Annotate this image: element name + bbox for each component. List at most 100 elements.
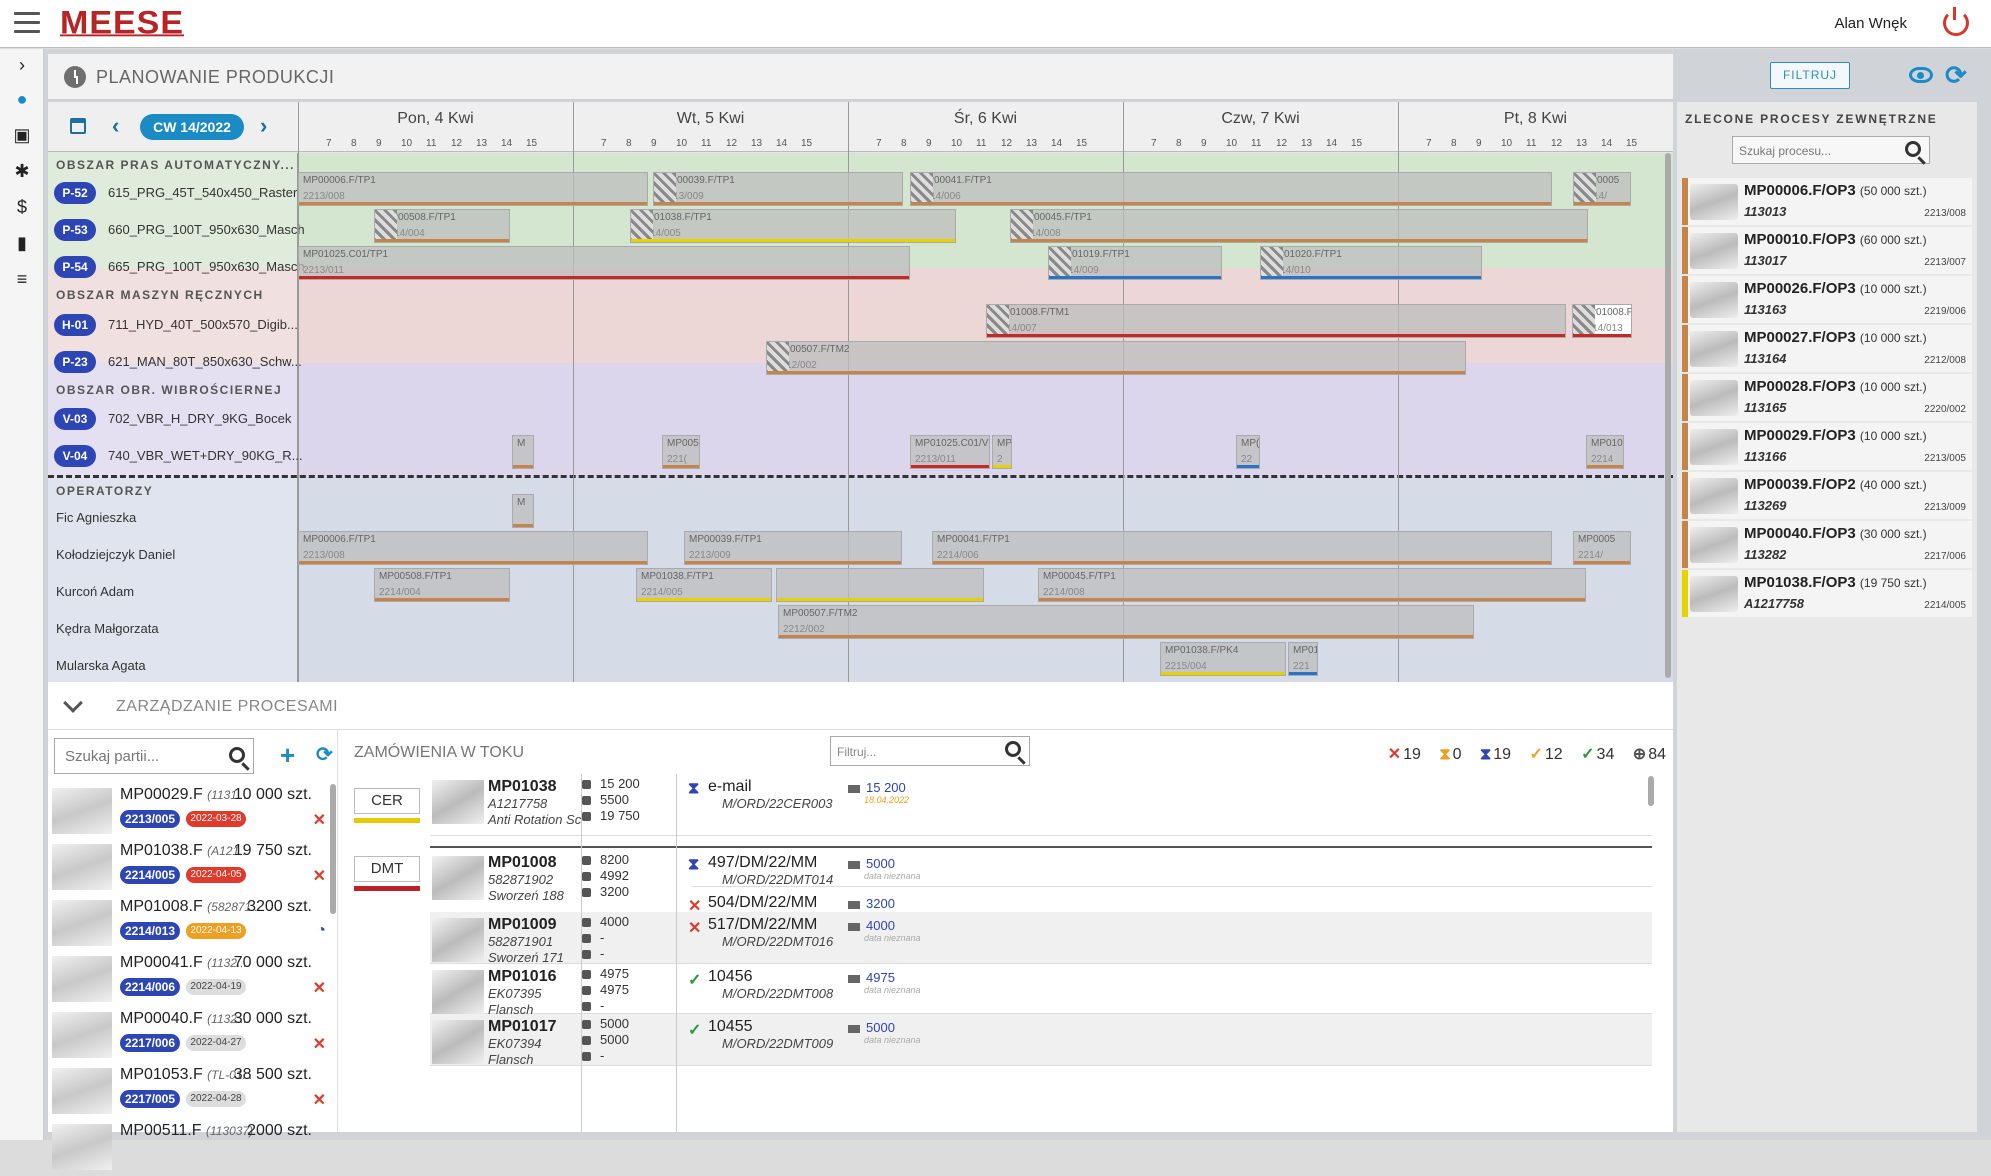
lot-search-input[interactable]: Szukaj partii... <box>54 738 254 774</box>
order-row[interactable]: MP01038 A1217758 Anti Rotation Sc 15 200 550… <box>430 774 1652 836</box>
prev-week-icon[interactable]: ‹ <box>112 113 119 139</box>
chevron-right-icon[interactable]: › <box>12 55 32 75</box>
external-process-item[interactable]: MP01038.F/OP3 (19 750 szt.) A1217758 2214/… <box>1682 570 1972 617</box>
calendar-icon[interactable] <box>70 118 86 134</box>
chevron-down-icon[interactable] <box>63 693 83 713</box>
task-bar[interactable]: MP01019.F/TP1 2214/009 <box>1048 246 1222 280</box>
gantt-scrollbar[interactable] <box>1665 153 1671 678</box>
task-bar[interactable]: MP00508.F/TP1 2214/004 <box>374 568 510 602</box>
task-bar[interactable]: MP(22 <box>1236 435 1260 469</box>
machine-row-p53[interactable]: P-53 660_PRG_100T_950x630_Masch <box>52 215 305 243</box>
operator-row[interactable]: Kurcoń Adam <box>52 574 292 602</box>
task-bar[interactable]: MP00039.F/TP1 2213/009 <box>653 172 903 206</box>
task-bar[interactable]: MP01025.C01/V 2213/011 <box>910 435 990 469</box>
machine-row-h01[interactable]: H-01 711_HYD_40T_500x570_Digib... <box>52 310 298 338</box>
machine-row-v04[interactable]: V-04 740_VBR_WET+DRY_90KG_R... <box>52 441 303 469</box>
task-bar[interactable]: MP0005 2214/ <box>1573 172 1631 206</box>
next-week-icon[interactable]: › <box>260 113 267 139</box>
external-process-item[interactable]: MP00028.F/OP3 (10 000 szt.) 113165 2220/00… <box>1682 374 1972 421</box>
order-number[interactable]: 10455 M/ORD/22DMT009 <box>708 1018 833 1051</box>
close-icon[interactable]: ✕ <box>313 1090 326 1110</box>
logo[interactable]: MEESE <box>60 5 185 42</box>
refresh-icon[interactable]: ⟳ <box>316 742 333 767</box>
task-bar[interactable]: MP00041.F/TP1 2214/006 <box>932 531 1552 565</box>
task-bar[interactable]: MP01025.C01/TP1 2213/011 <box>298 246 910 280</box>
task-bar[interactable]: MP01020.F/TP1 2214/010 <box>1260 246 1482 280</box>
task-bar[interactable]: MP00039.F/TP1 2213/009 <box>684 531 902 565</box>
task-bar[interactable]: MP0005 2214/ <box>1573 531 1631 565</box>
external-process-item[interactable]: MP00040.F/OP3 (30 000 szt.) 113282 2217/00… <box>1682 521 1972 568</box>
task-bar[interactable]: M <box>512 494 534 528</box>
external-process-item[interactable]: MP00006.F/OP3 (50 000 szt.) 113013 2213/00… <box>1682 178 1972 225</box>
filter-button[interactable]: FILTRUJ <box>1770 62 1850 89</box>
operator-row[interactable]: Kołodziejczyk Daniel <box>52 537 292 565</box>
order-number[interactable]: 517/DM/22/MM M/ORD/22DMT016 <box>708 916 833 949</box>
book-icon[interactable]: ▮ <box>12 233 32 253</box>
task-bar[interactable]: MP00045.F/TP1 2214/008 <box>1038 568 1586 602</box>
task-bar[interactable]: MP00041.F/TP1 2214/006 <box>910 172 1552 206</box>
external-process-item[interactable]: MP00026.F/OP3 (10 000 szt.) 113163 2219/00… <box>1682 276 1972 323</box>
eye-icon[interactable] <box>1909 67 1933 83</box>
search-icon[interactable] <box>1005 741 1021 757</box>
machine-row-v03[interactable]: V-03 702_VBR_H_DRY_9KG_Bocek <box>52 404 292 432</box>
external-process-item[interactable]: MP00027.F/OP3 (10 000 szt.) 113164 2212/00… <box>1682 325 1972 372</box>
external-process-item[interactable]: MP00010.F/OP3 (60 000 szt.) 113017 2213/00… <box>1682 227 1972 274</box>
close-icon[interactable]: ✕ <box>313 866 326 886</box>
task-bar[interactable]: MP01008.F/T2214/013 <box>1572 304 1632 338</box>
clipboard-icon[interactable]: ▣ <box>12 125 32 145</box>
order-number[interactable]: 497/DM/22/MM M/ORD/22DMT014 <box>708 854 833 887</box>
database-icon[interactable]: ≡ <box>12 269 32 289</box>
task-bar[interactable] <box>776 568 984 602</box>
task-bar[interactable]: MP010 2214 <box>1586 435 1624 469</box>
dollar-icon[interactable]: $ <box>12 197 32 217</box>
orders-scrollbar[interactable] <box>1648 776 1654 806</box>
machine-row-p23[interactable]: P-23 621_MAN_80T_850x630_Schw... <box>52 347 302 375</box>
task-bar[interactable]: M <box>512 435 534 469</box>
clock-icon[interactable]: ● <box>12 89 32 109</box>
task-bar[interactable]: MP01008.F/TM1 2214/007 <box>986 304 1566 338</box>
search-icon[interactable] <box>229 747 245 763</box>
task-bar[interactable]: MP00045.F/TP1 2214/008 <box>1010 209 1588 243</box>
clock-icon[interactable]: ◔ <box>316 922 326 940</box>
add-icon[interactable]: + <box>280 740 295 771</box>
menu-icon[interactable] <box>14 12 40 34</box>
lot-item[interactable]: MP01053.F (TL-01... 38 500 szt. 2217/005 20… <box>52 1064 332 1120</box>
order-row[interactable]: MP01016 EK07395 Flansch 4975 4975- ✓ 10456 M/OR… <box>430 964 1652 1017</box>
external-process-item[interactable]: MP00029.F/OP3 (10 000 szt.) 113166 2213/00… <box>1682 423 1972 470</box>
task-bar[interactable]: MP00507.F/TM2 2212/002 <box>778 605 1474 639</box>
lot-item[interactable]: MP00040.F (1132... 30 000 szt. 2217/006 202… <box>52 1008 332 1064</box>
lot-scrollbar[interactable] <box>330 784 336 914</box>
user-name[interactable]: Alan Wnęk <box>1834 15 1907 32</box>
task-bar[interactable]: MP00006.F/TP1 2213/008 <box>298 172 648 206</box>
machine-row-p52[interactable]: P-52 615_PRG_45T_540x450_Raster <box>52 178 297 206</box>
external-process-item[interactable]: MP00039.F/OP2 (40 000 szt.) 113269 2213/00… <box>1682 472 1972 519</box>
logout-icon[interactable] <box>1943 7 1969 36</box>
task-bar[interactable]: MP00507.F/TM2 2212/002 <box>766 341 1466 375</box>
operator-row[interactable]: Mularska Agata <box>52 648 292 676</box>
gear-icon[interactable]: ✱ <box>12 161 32 181</box>
close-icon[interactable]: ✕ <box>313 978 326 998</box>
task-bar[interactable]: MP02 <box>992 435 1012 469</box>
task-bar[interactable]: MP00508.F/TP1 2214/004 <box>374 209 510 243</box>
task-bar[interactable]: MP01038.F/PK4 2215/004 <box>1160 642 1286 676</box>
order-number[interactable]: e-mail M/ORD/22CER003 <box>708 778 833 811</box>
lot-item[interactable]: MP01008.F (582871... 3200 szt. 2214/013 202… <box>52 896 332 952</box>
order-row[interactable]: MP01009 582871901 Sworzeń 171 4000- - ✕ 517/DM… <box>430 912 1652 965</box>
lot-item[interactable]: MP00511.F (113037) 2000 szt. <box>52 1120 332 1176</box>
task-bar[interactable]: MP01 221 <box>1288 642 1318 676</box>
orders-filter-input[interactable]: Filtruj... <box>830 736 1030 766</box>
refresh-icon[interactable]: ⟳ <box>1945 62 1967 88</box>
order-number[interactable]: 10456 M/ORD/22DMT008 <box>708 968 833 1001</box>
week-selector[interactable]: CW 14/2022 <box>140 114 244 140</box>
close-icon[interactable]: ✕ <box>313 810 326 830</box>
task-bar[interactable]: MP005 221( <box>662 435 700 469</box>
task-bar[interactable]: MP01038.F/TP1 2214/005 <box>630 209 956 243</box>
search-icon[interactable] <box>1905 141 1921 157</box>
lot-item[interactable]: MP00029.F (1131... 10 000 szt. 2213/005 202… <box>52 784 332 840</box>
task-bar[interactable]: MP01038.F/TP1 2214/005 <box>636 568 772 602</box>
lot-item[interactable]: MP01038.F (A121... 19 750 szt. 2214/005 202… <box>52 840 332 896</box>
operator-row[interactable]: Kędra Małgorzata <box>52 611 292 639</box>
lot-item[interactable]: MP00041.F (1132... 70 000 szt. 2214/006 202… <box>52 952 332 1008</box>
machine-row-p54[interactable]: P-54 665_PRG_100T_950x630_Masch <box>52 252 305 280</box>
task-bar[interactable]: MP00006.F/TP1 2213/008 <box>298 531 648 565</box>
